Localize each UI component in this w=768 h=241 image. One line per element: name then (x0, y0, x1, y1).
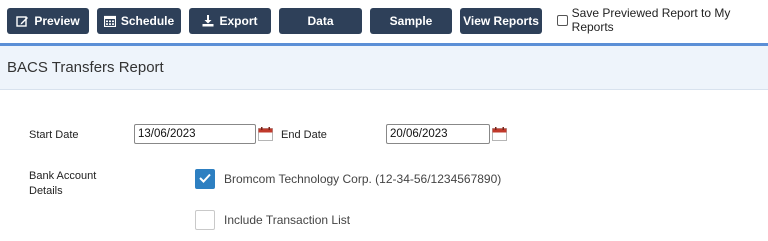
page-title: BACS Transfers Report (7, 59, 164, 76)
preview-label: Preview (34, 14, 80, 28)
end-date-calendar-icon[interactable] (492, 127, 507, 141)
export-button[interactable]: Export (189, 8, 271, 34)
data-label: Data (307, 14, 334, 28)
edit-icon (16, 15, 29, 28)
panel-header: BACS Transfers Report (0, 46, 768, 90)
end-date-value: 20/06/2023 (390, 128, 448, 140)
view-reports-label: View Reports (463, 14, 539, 28)
checkmark-icon (199, 170, 211, 188)
start-date-calendar-icon[interactable] (258, 127, 273, 141)
sample-label: Sample (389, 14, 433, 28)
end-date-input[interactable]: 20/06/2023 (386, 124, 490, 144)
calendar-grid-icon (103, 15, 116, 27)
save-previewed-label: Save Previewed Report to My Reports (571, 6, 731, 34)
save-previewed-checkbox[interactable] (557, 14, 568, 26)
bank-account-label-line2: Details (29, 185, 63, 197)
save-previewed-option[interactable]: Save Previewed Report to My Reports (557, 6, 768, 34)
bank-account-label-line1: Bank Account (29, 170, 97, 182)
start-date-value: 13/06/2023 (138, 128, 196, 140)
view-reports-button[interactable]: View Reports (460, 8, 542, 34)
start-date-input[interactable]: 13/06/2023 (134, 124, 256, 144)
preview-button[interactable]: Preview (7, 8, 89, 34)
bank-account-option-label: Bromcom Technology Corp. (12-34-56/12345… (224, 172, 502, 186)
bank-account-checkbox[interactable] (195, 169, 215, 189)
sample-button[interactable]: Sample (370, 8, 452, 34)
end-date-label: End Date (281, 129, 327, 141)
export-label: Export (219, 14, 258, 28)
include-transactions-checkbox[interactable] (195, 210, 215, 230)
include-transactions-label: Include Transaction List (224, 213, 351, 227)
data-button[interactable]: Data (279, 8, 362, 34)
schedule-button[interactable]: Schedule (97, 8, 181, 34)
start-date-label: Start Date (29, 129, 79, 141)
schedule-label: Schedule (120, 14, 175, 28)
download-icon (202, 15, 214, 27)
toolbar: Preview Schedule Export Data Sample View… (0, 0, 768, 42)
